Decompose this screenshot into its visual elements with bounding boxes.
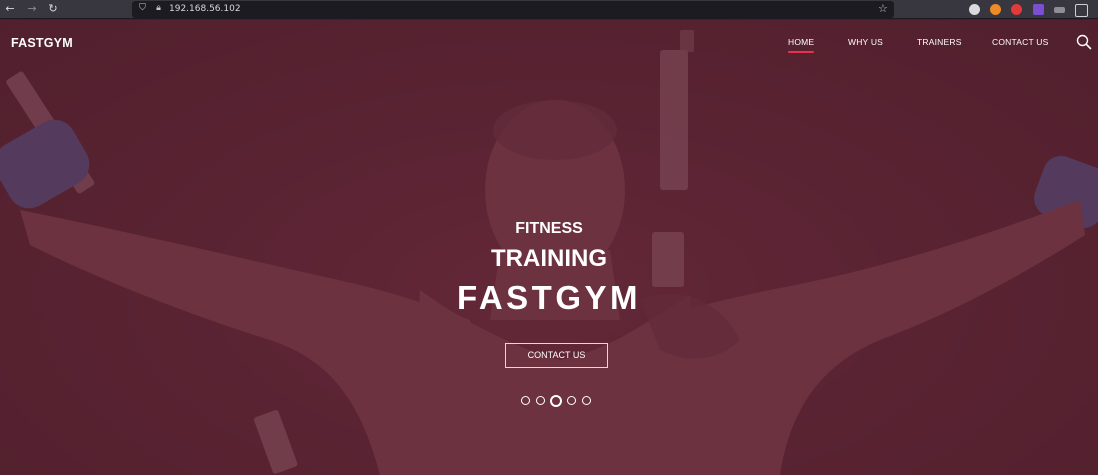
extension-icon-2[interactable] [990, 4, 1001, 15]
carousel-dot-4[interactable] [567, 396, 576, 405]
nav-contact-us-link[interactable]: CONTACT US [992, 37, 1048, 47]
lock-icon[interactable]: 🔒︎ [153, 3, 164, 14]
star-icon[interactable]: ☆ [878, 3, 890, 15]
site-header: FASTGYM HOME WHY US TRAINERS CONTACT US [0, 20, 1098, 66]
extensions-puzzle-icon[interactable] [1075, 4, 1088, 17]
carousel-dot-5[interactable] [582, 396, 591, 405]
nav-trainers-link[interactable]: TRAINERS [917, 37, 962, 47]
url-bar[interactable]: ⛉ 🔒︎ 192.168.56.102 ☆ [132, 1, 894, 18]
carousel-dot-1[interactable] [521, 396, 530, 405]
nav-home-link[interactable]: HOME [788, 37, 815, 53]
contact-us-button[interactable]: CONTACT US [505, 343, 608, 368]
extension-icon-4[interactable] [1033, 4, 1044, 15]
back-arrow-icon[interactable]: ← [4, 3, 16, 15]
search-icon[interactable] [1076, 34, 1092, 50]
browser-toolbar: ← → ↻ ⛉ 🔒︎ 192.168.56.102 ☆ [0, 0, 1098, 19]
reload-icon[interactable]: ↻ [47, 3, 59, 15]
extension-icon-5[interactable] [1054, 7, 1065, 13]
url-text[interactable]: 192.168.56.102 [169, 4, 241, 14]
forward-arrow-icon[interactable]: → [26, 3, 38, 15]
hero-title: FASTGYM [456, 279, 641, 316]
site-logo[interactable]: FASTGYM [11, 36, 73, 50]
nav-why-us-link[interactable]: WHY US [848, 37, 883, 47]
hero-heading: TRAINING [491, 245, 607, 272]
extension-icon-3[interactable] [1011, 4, 1022, 15]
extension-icon-1[interactable] [969, 4, 980, 15]
hero-subtitle: FITNESS [515, 220, 583, 237]
carousel-indicators [521, 395, 593, 409]
hero-section: FASTGYM HOME WHY US TRAINERS CONTACT US … [0, 20, 1098, 475]
carousel-dot-2[interactable] [536, 396, 545, 405]
carousel-dot-3[interactable] [550, 395, 562, 407]
shield-icon[interactable]: ⛉ [137, 3, 148, 14]
